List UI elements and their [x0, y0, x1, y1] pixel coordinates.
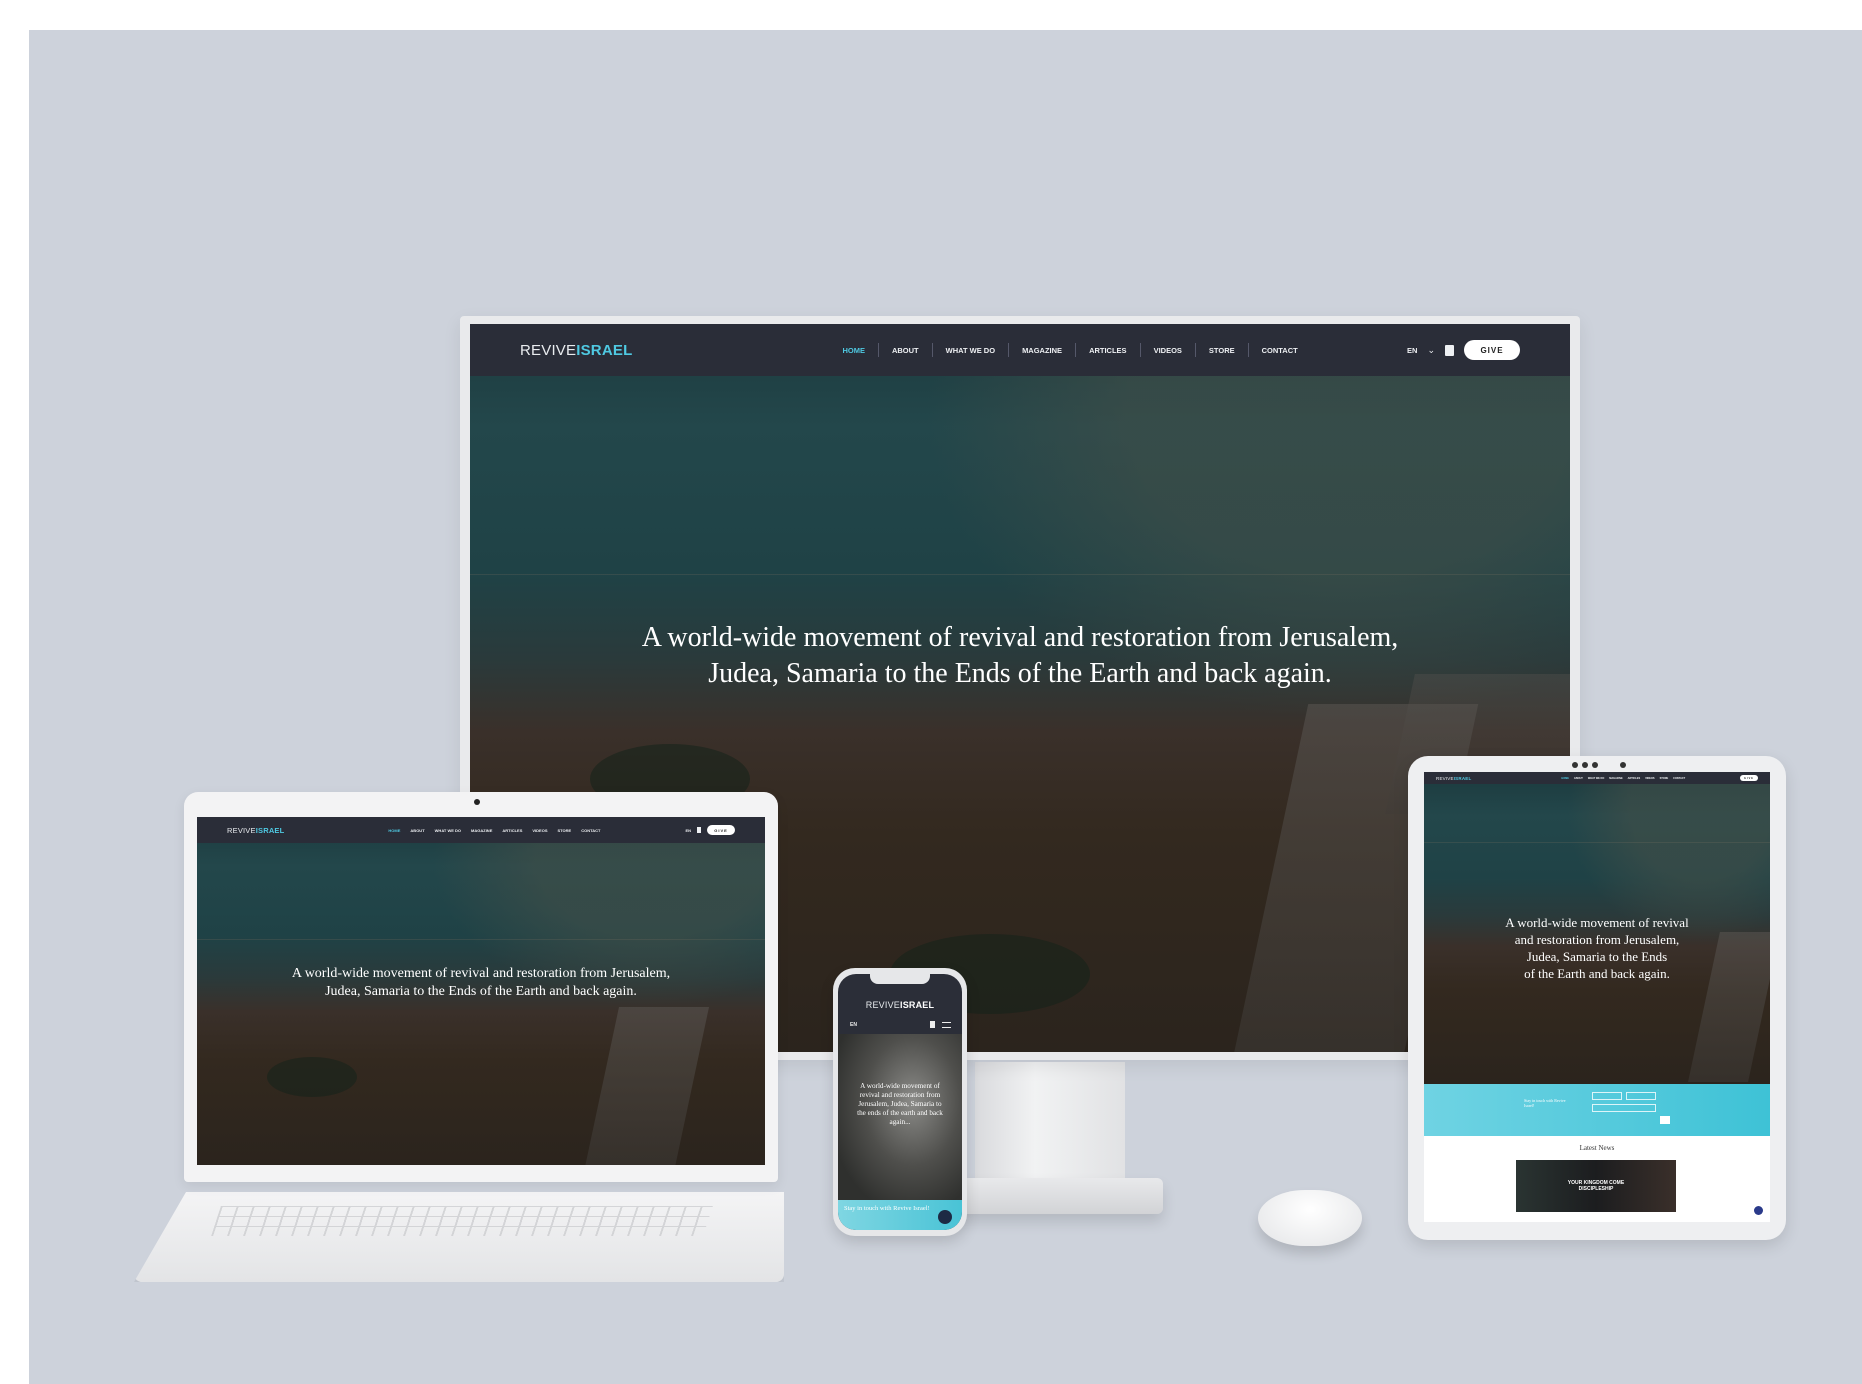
tablet-hero-heading: A world-wide movement of revival and res…	[1505, 915, 1689, 981]
nav-magazine[interactable]: MAGAZINE	[1022, 346, 1062, 355]
tablet-contact-section: Stay in touch with Revive Israel!	[1424, 1084, 1770, 1136]
tablet-nav-store[interactable]: STORE	[1660, 777, 1669, 780]
tablet-camera-dot	[1592, 762, 1598, 768]
laptop-nav-magazine[interactable]: MAGAZINE	[471, 828, 492, 833]
laptop-nav-about[interactable]: ABOUT	[410, 828, 424, 833]
laptop-screen: REVIVEISRAEL HOME ABOUT WHAT WE DO MAGAZ…	[197, 817, 765, 1165]
laptop-hero-heading: A world-wide movement of revival and res…	[291, 966, 671, 999]
tablet-surname-field[interactable]	[1626, 1092, 1656, 1100]
phone-chat-icon[interactable]	[938, 1210, 952, 1224]
tablet-camera-dot	[1620, 762, 1626, 768]
mouse	[1258, 1190, 1362, 1246]
tablet-hero: REVIVEISRAEL HOME ABOUT WHAT WE DO MAGAZ…	[1424, 772, 1770, 1084]
laptop-bag-icon[interactable]	[697, 827, 701, 833]
tablet-nav-what-we-do[interactable]: WHAT WE DO	[1588, 777, 1604, 780]
shopping-bag-icon[interactable]	[1445, 344, 1454, 356]
phone-contact-strip: Stay in touch with Revive Israel!	[838, 1200, 962, 1230]
phone-logo[interactable]: REVIVEISRAEL	[838, 1000, 962, 1010]
phone-hero-heading: A world-wide movement of revival and res…	[857, 1082, 943, 1126]
tablet-navbar: REVIVEISRAEL HOME ABOUT WHAT WE DO MAGAZ…	[1424, 772, 1770, 784]
nav-store[interactable]: STORE	[1209, 346, 1235, 355]
phone-notch	[870, 974, 930, 984]
laptop-nav-home[interactable]: HOME	[388, 828, 400, 833]
nav-menu: HOME ABOUT WHAT WE DO MAGAZINE ARTICLES …	[842, 343, 1298, 357]
phone-language-selector[interactable]: EN	[850, 1022, 857, 1028]
tablet-nav-about[interactable]: ABOUT	[1574, 777, 1583, 780]
laptop-navbar: REVIVEISRAEL HOME ABOUT WHAT WE DO MAGAZ…	[197, 817, 765, 843]
tablet-logo[interactable]: REVIVEISRAEL	[1436, 776, 1471, 781]
laptop-camera	[474, 799, 480, 805]
laptop-give-button[interactable]: GIVE	[707, 825, 735, 835]
tablet-nav-contact[interactable]: CONTACT	[1673, 777, 1685, 780]
phone-contact-text: Stay in touch with Revive Israel!	[844, 1205, 930, 1212]
laptop-nav-what-we-do[interactable]: WHAT WE DO	[435, 828, 461, 833]
tablet-nav-magazine[interactable]: MAGAZINE	[1609, 777, 1622, 780]
nav-contact[interactable]: CONTACT	[1262, 346, 1298, 355]
tablet-screen: REVIVEISRAEL HOME ABOUT WHAT WE DO MAGAZ…	[1424, 772, 1770, 1222]
laptop-language-selector[interactable]: EN	[685, 828, 691, 833]
tablet-nav-home[interactable]: HOME	[1561, 777, 1569, 780]
nav-what-we-do[interactable]: WHAT WE DO	[946, 346, 995, 355]
laptop-nav-menu: HOME ABOUT WHAT WE DO MAGAZINE ARTICLES …	[388, 828, 600, 833]
chat-icon[interactable]	[1754, 1206, 1763, 1215]
laptop-nav-contact[interactable]: CONTACT	[581, 828, 600, 833]
phone-bag-icon[interactable]	[930, 1021, 935, 1028]
tablet-email-field[interactable]	[1592, 1104, 1656, 1112]
nav-videos[interactable]: VIDEOS	[1154, 346, 1182, 355]
nav-home[interactable]: HOME	[842, 346, 865, 355]
tablet-submit-button[interactable]	[1660, 1116, 1670, 1124]
chevron-down-icon[interactable]: ⌄	[1427, 345, 1435, 356]
tablet-news-banner[interactable]: YOUR KINGDOM COME DISCIPLESHIP	[1516, 1160, 1676, 1212]
laptop-nav-videos[interactable]: VIDEOS	[532, 828, 547, 833]
laptop-nav-articles[interactable]: ARTICLES	[502, 828, 522, 833]
hero-heading: A world-wide movement of revival and res…	[641, 622, 1399, 689]
tablet-news-title: Latest News	[1579, 1144, 1615, 1152]
language-selector[interactable]: EN	[1407, 346, 1417, 355]
laptop-nav-store[interactable]: STORE	[558, 828, 572, 833]
main-navbar: REVIVEISRAEL HOME ABOUT WHAT WE DO MAGAZ…	[470, 324, 1570, 376]
tablet-name-field[interactable]	[1592, 1092, 1622, 1100]
nav-about[interactable]: ABOUT	[892, 346, 919, 355]
tablet-contact-title: Stay in touch with Revive Israel!	[1524, 1098, 1566, 1108]
hamburger-menu-icon[interactable]	[942, 1022, 951, 1028]
give-button[interactable]: GIVE	[1464, 340, 1520, 360]
laptop-logo[interactable]: REVIVEISRAEL	[227, 826, 284, 835]
laptop-keyboard	[211, 1206, 713, 1236]
phone-screen: REVIVEISRAEL EN A world-wide movement of…	[838, 974, 962, 1230]
tablet-nav-videos[interactable]: VIDEOS	[1645, 777, 1654, 780]
tablet-nav-menu: HOME ABOUT WHAT WE DO MAGAZINE ARTICLES …	[1561, 777, 1685, 780]
tablet-give-button[interactable]: GIVE	[1740, 775, 1758, 781]
nav-articles[interactable]: ARTICLES	[1089, 346, 1127, 355]
tablet-camera-dot	[1582, 762, 1588, 768]
site-logo[interactable]: REVIVEISRAEL	[520, 342, 632, 359]
tablet-nav-articles[interactable]: ARTICLES	[1628, 777, 1641, 780]
tablet-camera-dot	[1572, 762, 1578, 768]
